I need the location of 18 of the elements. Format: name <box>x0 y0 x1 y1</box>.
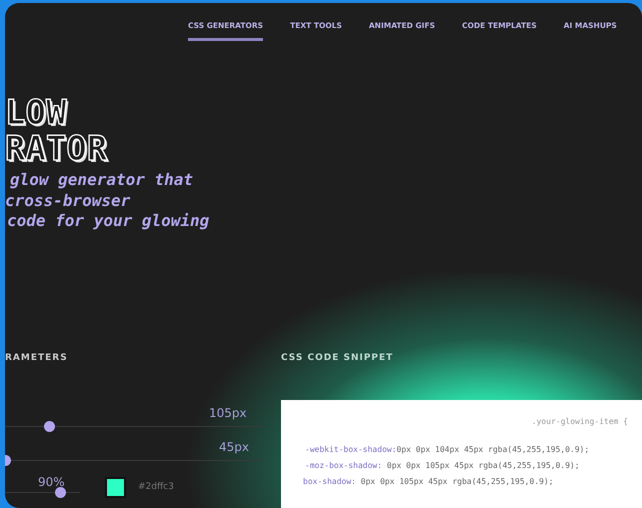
tagline-text: code for your glowing <box>6 211 210 232</box>
page-title: LOW <box>5 95 66 131</box>
slider-value: 90% <box>38 475 65 489</box>
section-heading: RAMETERS <box>5 352 68 362</box>
code-line: box-shadow: 0px 0px 105px 45px rgba(45,255,195,0.9); <box>303 476 554 488</box>
tagline-text: cross-browser <box>5 190 130 211</box>
page-title: RATOR <box>5 131 108 167</box>
tagline-text: glow generator that <box>9 170 194 190</box>
color-swatch[interactable] <box>105 476 126 498</box>
color-value: #2dffc3 <box>138 482 174 492</box>
slider-thumb[interactable] <box>54 487 66 498</box>
slider-thumb[interactable] <box>44 420 55 432</box>
section-heading: CSS CODE SNIPPET <box>281 352 394 362</box>
slider-value: 105px <box>209 406 247 420</box>
code-selector: .your-glowing-item { <box>532 416 629 426</box>
code-line: -moz-box-shadow: 0px 0px 105px 45px rgba(45,255,195,0.9); <box>305 460 580 472</box>
code-line: -webkit-box-shadow:0px 0px 104px 45px rgba(45,255,195,0.9); <box>305 444 590 456</box>
slider-value: 45px <box>219 440 249 454</box>
